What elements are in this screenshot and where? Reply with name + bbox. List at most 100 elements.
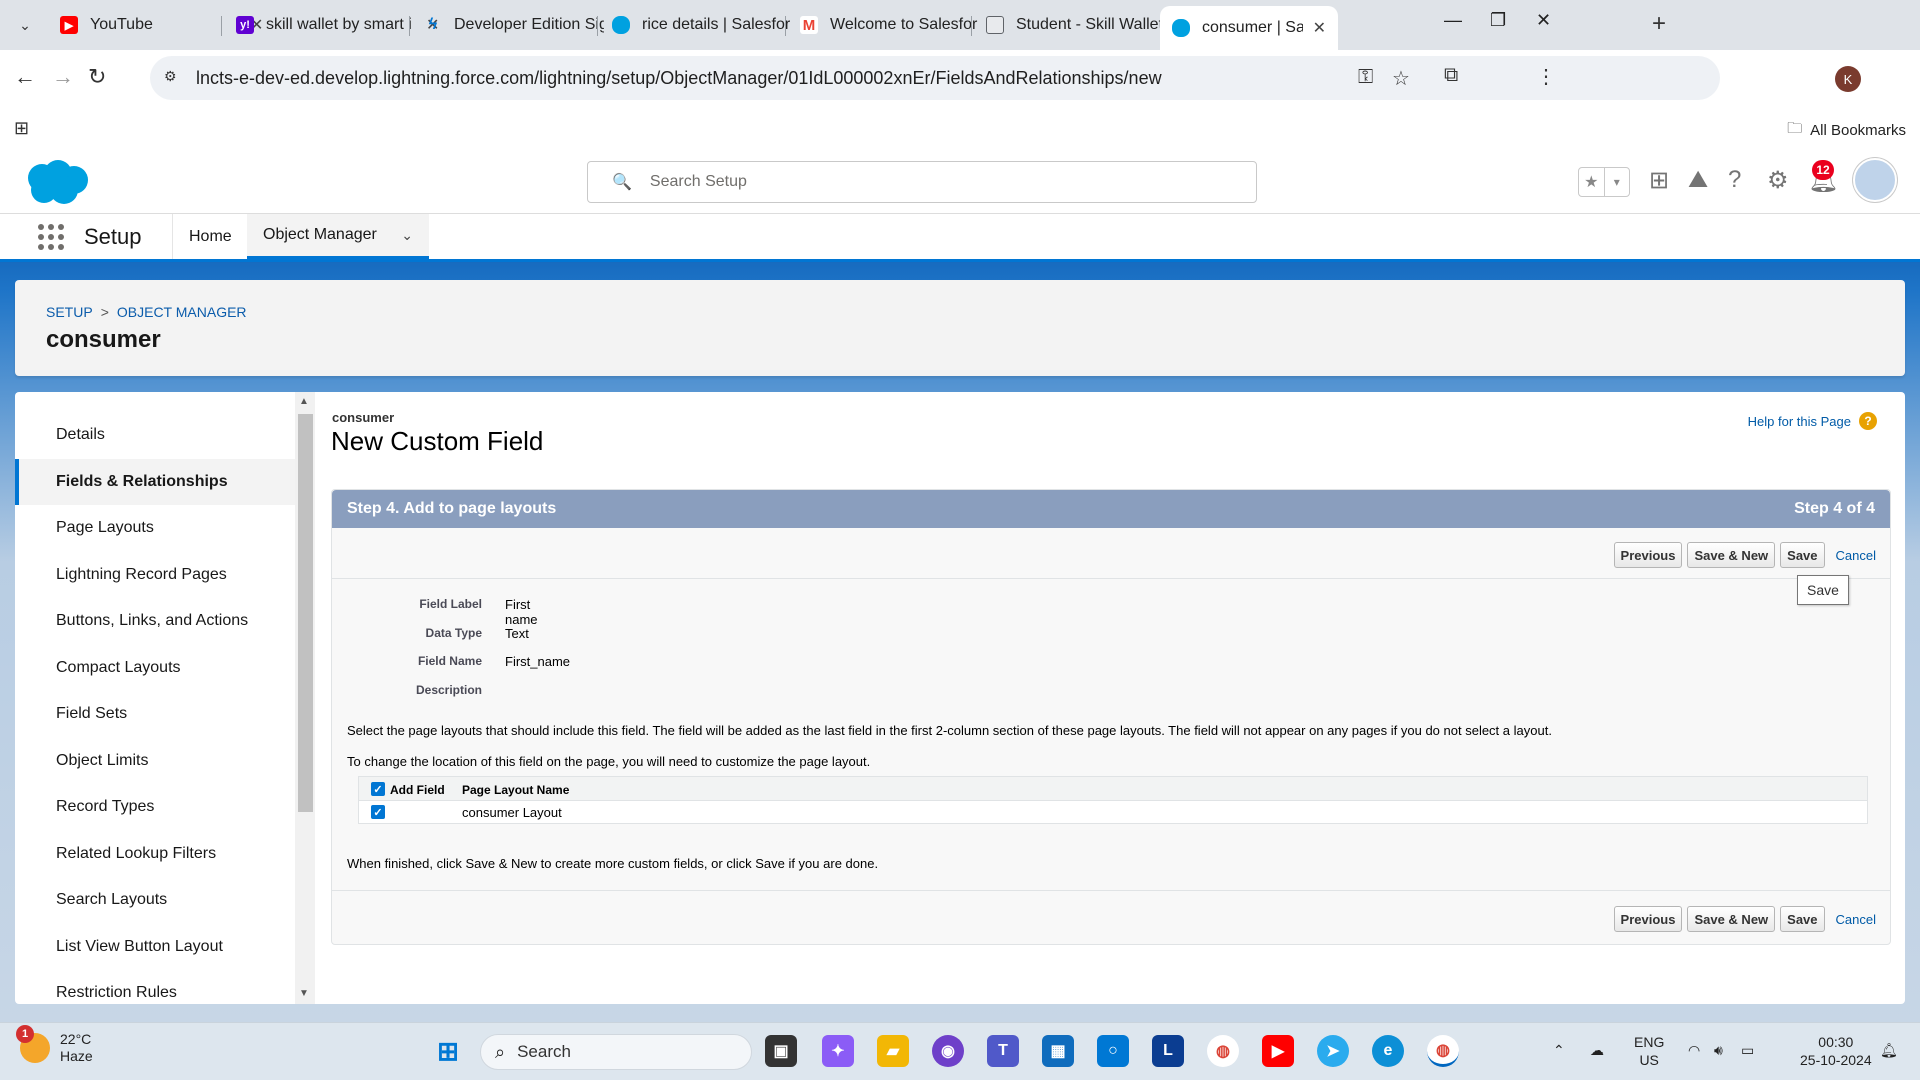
sidebar-item-fields-relationships[interactable]: Fields & Relationships [15,459,295,505]
url-text[interactable]: lncts-e-dev-ed.develop.lightning.force.c… [196,68,1162,89]
favorites-dropdown-icon[interactable]: ▾ [1603,168,1630,196]
youtube-icon: ▶ [60,16,78,34]
app-circle-icon[interactable]: ○ [1097,1035,1129,1067]
teams-icon[interactable]: T [987,1035,1019,1067]
salesforce-cloud-icon [1172,19,1190,37]
sidebar-item-buttons-links-actions[interactable]: Buttons, Links, and Actions [15,598,295,644]
sidebar-item-list-view-button-layout[interactable]: List View Button Layout [15,924,295,970]
browser-tab-bar: ⌄ ▶ YouTube ✕ y! skill wallet by smart i… [0,0,1920,50]
sidebar-item-page-layouts[interactable]: Page Layouts [15,505,295,551]
add-field-checkbox[interactable]: ✓ [371,805,385,819]
step-header: Step 4. Add to page layouts Step 4 of 4 [332,490,1890,528]
chrome-icon[interactable]: ◍ [1207,1035,1239,1067]
scrollbar-thumb[interactable] [298,414,313,812]
forward-icon[interactable]: → [52,64,74,90]
setup-search-box[interactable]: 🔍 [587,161,1257,203]
sidebar-item-related-lookup-filters[interactable]: Related Lookup Filters [15,831,295,877]
save-button[interactable]: Save [1780,542,1825,568]
sidebar-item-lightning-record-pages[interactable]: Lightning Record Pages [15,552,295,598]
user-avatar[interactable] [1853,158,1897,202]
notification-count-badge: 12 [1812,160,1834,180]
previous-button[interactable]: Previous [1613,542,1683,568]
tray-chevron-icon[interactable]: ⌃ [1553,1041,1565,1059]
favorites-combo[interactable]: ★ ▾ [1578,167,1630,197]
scroll-down-icon[interactable]: ▼ [299,988,309,999]
setup-search-input[interactable] [649,173,1210,191]
notification-center-icon[interactable]: 🔔︎ [1880,1041,1898,1059]
help-question-icon[interactable]: ? [1859,412,1877,430]
app-launcher-icon[interactable] [38,224,64,250]
tab-search-icon[interactable]: ⌄ [10,10,40,40]
battery-icon[interactable]: ▭ [1741,1041,1754,1059]
language-indicator[interactable]: ENG US [1634,1033,1664,1069]
telegram-icon[interactable]: ➤ [1317,1035,1349,1067]
help-icon[interactable]: ? [1728,166,1741,194]
previous-button[interactable]: Previous [1613,906,1683,932]
sidebar-item-restriction-rules[interactable]: Restriction Rules [15,970,295,1004]
setup-gear-icon[interactable]: ⚙ [1767,166,1789,195]
site-info-icon[interactable]: ⚙ [164,68,184,88]
save-new-button[interactable]: Save & New [1687,542,1776,568]
reload-icon[interactable]: ↻ [88,64,106,90]
sidebar-item-compact-layouts[interactable]: Compact Layouts [15,645,295,691]
close-tab-icon[interactable]: ✕ [1313,18,1326,38]
help-link[interactable]: Help for this Page ? [1748,412,1877,430]
sidebar-item-details[interactable]: Details [15,412,295,458]
cancel-link[interactable]: Cancel [1836,548,1876,563]
task-view-icon[interactable]: ▣ [765,1035,797,1067]
chrome-profile-icon[interactable]: ◍ [1427,1035,1459,1067]
wifi-icon[interactable]: ◠ [1688,1041,1700,1059]
onedrive-icon[interactable]: ☁ [1590,1041,1604,1059]
edge-icon[interactable]: e [1372,1035,1404,1067]
sidebar-item-field-sets[interactable]: Field Sets [15,691,295,737]
breadcrumb: SETUP > OBJECT MANAGER [46,304,247,320]
volume-icon[interactable]: 🔊︎ [1714,1041,1723,1059]
instruction-text-1: Select the page layouts that should incl… [347,723,1552,738]
sidebar-item-record-types[interactable]: Record Types [15,784,295,830]
weather-sun-icon: 1 [16,1025,50,1063]
save-button[interactable]: Save [1780,906,1825,932]
sidebar-scrollbar[interactable]: ▲ ▼ [295,392,315,1004]
clock[interactable]: 00:30 25-10-2024 [1800,1033,1872,1069]
extensions-icon[interactable]: ⧉ [1444,64,1458,87]
file-explorer-icon[interactable]: ▰ [877,1035,909,1067]
breadcrumb-setup[interactable]: SETUP [46,304,93,320]
sidebar-item-object-limits[interactable]: Object Limits [15,738,295,784]
apps-grid-icon[interactable]: ⊞ [14,118,29,139]
taskbar-search[interactable]: ⌕ Search [480,1034,752,1070]
weather-widget[interactable]: 1 22°C Haze [16,1025,93,1065]
new-tab-icon[interactable]: + [1652,10,1666,38]
browser-menu-icon[interactable]: ⋮ [1536,64,1556,89]
chevron-down-icon[interactable]: ⌄ [401,227,413,244]
save-new-button[interactable]: Save & New [1687,906,1776,932]
github-icon[interactable]: ◉ [932,1035,964,1067]
store-icon[interactable]: ▦ [1042,1035,1074,1067]
select-all-checkbox[interactable]: ✓ [371,782,385,796]
cancel-link[interactable]: Cancel [1836,912,1876,927]
nav-tab-object-manager[interactable]: Object Manager ⌄ [247,214,429,259]
salesforce-global-header: 🔍 ★ ▾ ⊞ ⛰ ? ⚙ 🔔︎ [0,150,1920,214]
password-key-icon[interactable]: ⚿ [1358,66,1373,89]
url-omnibox[interactable]: ⚙ lncts-e-dev-ed.develop.lightning.force… [150,56,1720,100]
windows-start-icon[interactable]: ⊞ [432,1035,464,1067]
back-icon[interactable]: ← [14,64,36,90]
scroll-up-icon[interactable]: ▲ [299,396,309,407]
sidebar-item-search-layouts[interactable]: Search Layouts [15,877,295,923]
nav-tab-home[interactable]: Home [172,214,248,259]
trailhead-icon[interactable]: ⛰ [1688,166,1708,194]
breadcrumb-object-manager[interactable]: OBJECT MANAGER [117,304,247,320]
l-app-icon[interactable]: L [1152,1035,1184,1067]
copilot-icon[interactable]: ✦ [822,1035,854,1067]
global-actions-plus-icon[interactable]: ⊞ [1649,166,1669,195]
all-bookmarks[interactable]: 🗀 All Bookmarks [1787,118,1906,143]
salesforce-logo[interactable] [20,158,92,208]
tab-consumer-salesforce[interactable]: consumer | Salesforc ✕ [1160,6,1338,50]
close-window-icon[interactable]: ✕ [1536,10,1551,31]
browser-profile-avatar[interactable]: K [1835,66,1861,92]
bookmark-star-icon[interactable]: ☆ [1392,66,1410,91]
minimize-icon[interactable]: — [1444,10,1462,31]
col-add-field: Add Field [390,783,445,797]
restore-icon[interactable]: ❐ [1490,10,1506,31]
favorites-star-icon[interactable]: ★ [1579,168,1604,196]
youtube-icon[interactable]: ▶ [1262,1035,1294,1067]
